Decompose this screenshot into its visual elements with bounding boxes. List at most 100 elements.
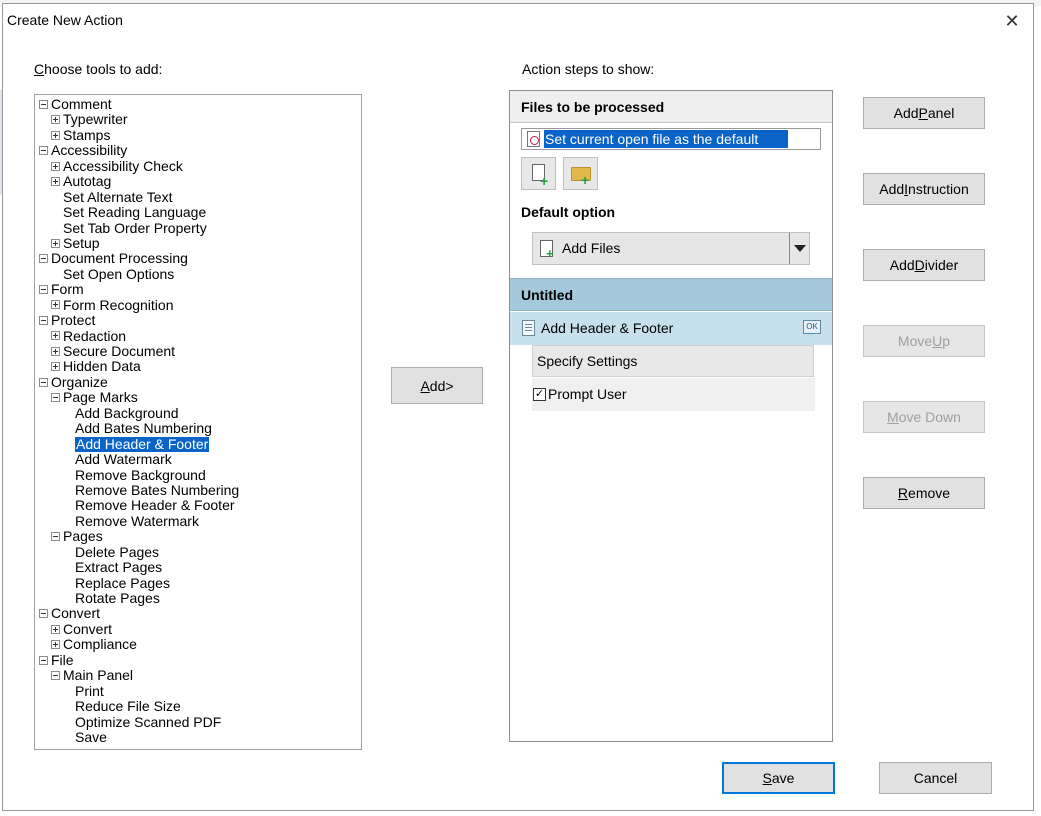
collapse-icon[interactable] [39, 285, 48, 295]
btn-text: ove Down [898, 409, 961, 425]
collapse-icon[interactable] [39, 315, 48, 325]
tree-item[interactable]: Add Background [35, 405, 361, 421]
file-entry-item[interactable]: Set current open file as the default [544, 130, 789, 148]
tree-item[interactable]: Reduce File Size [35, 698, 361, 714]
choose-tools-label: Choose tools to add: [34, 61, 162, 77]
collapse-icon[interactable] [51, 393, 60, 403]
expand-icon[interactable] [51, 130, 60, 140]
tree-item-label: Main Panel [63, 667, 134, 684]
expand-icon[interactable] [51, 624, 60, 634]
specify-settings-button[interactable]: Specify Settings [532, 345, 814, 377]
collapse-icon[interactable] [39, 99, 48, 109]
expand-icon[interactable] [51, 161, 60, 171]
tree-item[interactable]: Autotag [35, 173, 361, 189]
expand-icon[interactable] [51, 331, 60, 341]
tree-item[interactable]: Extract Pages [35, 559, 361, 575]
tree-item[interactable]: Print [35, 683, 361, 699]
tree-item[interactable]: Pages [35, 528, 361, 544]
default-option-dropdown[interactable]: + Add Files [532, 232, 810, 265]
file-entry-list[interactable]: Set current open file as the default [521, 128, 821, 150]
collapse-icon[interactable] [39, 377, 48, 387]
move-down-button[interactable]: Move Down [863, 401, 985, 433]
tree-item[interactable]: Rotate Pages [35, 590, 361, 606]
tree-item[interactable]: Form [35, 281, 361, 297]
prompt-user-checkbox[interactable]: ✓ [533, 388, 546, 401]
tree-item[interactable]: Add Bates Numbering [35, 420, 361, 436]
tree-item[interactable]: Set Open Options [35, 265, 361, 282]
tree-item[interactable]: Typewriter [35, 111, 361, 127]
add-panel-button[interactable]: Add Panel [863, 97, 985, 129]
expand-icon[interactable] [51, 176, 60, 186]
collapse-icon[interactable] [39, 609, 48, 619]
collapse-icon[interactable] [51, 670, 60, 680]
expand-icon[interactable] [51, 238, 60, 248]
tree-item[interactable]: Set Alternate Text [35, 189, 361, 205]
tree-item-label: Set Tab Order Property [63, 219, 207, 236]
tree-item[interactable]: Accessibility Check [35, 158, 361, 174]
tree-item[interactable]: Secure Document [35, 343, 361, 359]
tree-item[interactable]: Compliance [35, 636, 361, 652]
expand-icon[interactable] [51, 640, 60, 650]
tree-item[interactable]: Form Recognition [35, 297, 361, 313]
tree-item[interactable]: Organize [35, 374, 361, 390]
expand-icon[interactable] [51, 362, 60, 372]
tree-item[interactable]: Delete Pages [35, 544, 361, 560]
tree-item[interactable]: Replace Pages [35, 575, 361, 591]
tree-item[interactable]: Accessibility [35, 142, 361, 159]
tree-item[interactable]: Comment [35, 96, 361, 112]
action-steps-panel[interactable]: Files to be processed Set current open f… [509, 90, 833, 742]
tree-item[interactable]: Add Watermark [35, 451, 361, 467]
expand-icon[interactable] [51, 115, 60, 125]
chevron-down-icon[interactable] [789, 233, 809, 264]
collapse-icon[interactable] [39, 146, 48, 156]
tree-item[interactable]: Optimize Scanned PDF [35, 714, 361, 730]
action-step-row[interactable]: Add Header & Footer OK [510, 312, 832, 345]
collapse-icon[interactable] [39, 254, 48, 264]
tree-item[interactable]: Protect [35, 312, 361, 328]
tree-item[interactable]: Hidden Data [35, 358, 361, 374]
expand-icon[interactable] [51, 300, 60, 310]
expand-icon[interactable] [51, 346, 60, 356]
add-divider-button[interactable]: Add Divider [863, 249, 985, 281]
tree-item[interactable]: Remove Header & Footer [35, 497, 361, 513]
tree-item[interactable]: File [35, 652, 361, 668]
prompt-user-row[interactable]: ✓ Prompt User [532, 378, 815, 411]
untitled-group-header[interactable]: Untitled [510, 278, 832, 311]
tree-item[interactable]: Set Reading Language [35, 204, 361, 220]
add-file-button[interactable]: + [521, 157, 556, 190]
tree-item[interactable]: Stamps [35, 127, 361, 143]
tree-item[interactable]: Remove Watermark [35, 513, 361, 529]
move-up-button[interactable]: Move Up [863, 325, 985, 357]
tree-item[interactable]: Save [35, 729, 361, 745]
tree-item[interactable]: Redaction [35, 328, 361, 344]
action-steps-label: Action steps to show: [522, 61, 655, 77]
tree-item[interactable]: Setup [35, 235, 361, 251]
tree-item[interactable]: Set Tab Order Property [35, 219, 361, 236]
remove-button[interactable]: Remove [863, 477, 985, 509]
tree-item[interactable]: Convert [35, 605, 361, 621]
tree-item[interactable]: Add Header & Footer [35, 436, 361, 453]
save-button[interactable]: Save [722, 762, 835, 794]
tree-item[interactable]: Page Marks [35, 389, 361, 405]
tree-item-label: Set Open Options [63, 265, 175, 282]
add-tool-button-accesskey: A [420, 377, 430, 394]
collapse-icon[interactable] [39, 655, 48, 665]
default-option-value: Add Files [562, 240, 621, 256]
tree-item[interactable]: Remove Bates Numbering [35, 482, 361, 498]
tree-item[interactable]: Convert [35, 621, 361, 637]
action-step-label: Add Header & Footer [541, 320, 674, 336]
tree-item[interactable]: Remove Background [35, 467, 361, 483]
dialog-title: Create New Action [7, 12, 123, 28]
btn-text: Add [879, 181, 905, 197]
tree-item[interactable]: Main Panel [35, 667, 361, 684]
add-instruction-button[interactable]: Add Instruction [863, 173, 985, 205]
add-tool-button[interactable]: Add> [391, 367, 483, 404]
btn-accesskey: S [762, 770, 772, 786]
tree-item[interactable]: Document Processing [35, 250, 361, 266]
collapse-icon[interactable] [51, 532, 60, 542]
cancel-button[interactable]: Cancel [879, 762, 992, 794]
tools-tree[interactable]: Comment Typewriter Stamps Accessibility Acce… [34, 94, 362, 750]
close-icon[interactable]: ✕ [999, 8, 1025, 34]
add-folder-button[interactable]: + [563, 157, 598, 190]
tree-item-label: Accessibility [51, 142, 128, 159]
